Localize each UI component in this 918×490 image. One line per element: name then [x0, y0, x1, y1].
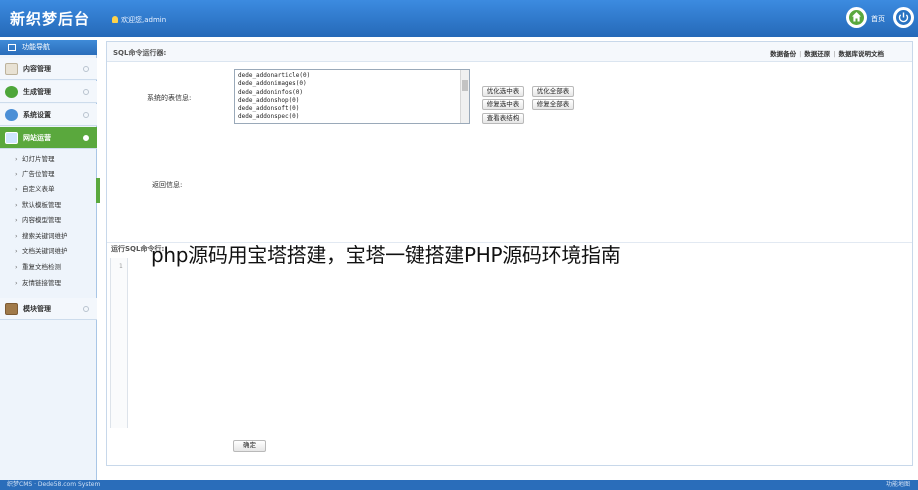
list-item[interactable]: dede_addoninfos(0): [238, 89, 466, 97]
page-title: SQL命令运行器:: [113, 49, 167, 57]
sidebar-subitem-doc-keywords[interactable]: 文档关键词维护: [0, 244, 96, 259]
sidebar-item-modules[interactable]: 模块管理: [0, 298, 97, 320]
welcome-text: 欢迎您,admin: [112, 15, 166, 25]
power-icon: [896, 10, 911, 25]
watermark-caption: php源码用宝塔搭建，宝塔一键搭建PHP源码环境指南: [151, 243, 621, 267]
top-header: 新织梦后台 欢迎您,admin 首页: [0, 0, 918, 37]
home-link[interactable]: 首页: [871, 14, 885, 24]
expand-icon: [83, 89, 89, 95]
list-item[interactable]: dede_addonsoft(0): [238, 105, 466, 113]
link-separator: |: [799, 50, 802, 58]
gear-icon: [5, 109, 18, 121]
tables-label: 系统的表信息:: [147, 94, 192, 102]
list-item[interactable]: dede_addonimages(0): [238, 80, 466, 88]
sidebar-subitem-forms[interactable]: 自定义表单: [0, 182, 96, 197]
sidebar-item-generate[interactable]: 生成管理: [0, 81, 97, 103]
home-icon: [852, 12, 861, 22]
sidebar-item-label: 内容管理: [23, 65, 51, 73]
sidebar-item-label: 网站运营: [23, 134, 51, 142]
sidebar-subitem-slides[interactable]: 幻灯片管理: [0, 152, 96, 167]
sidebar-subitem-templates[interactable]: 默认模板管理: [0, 198, 96, 213]
collapse-icon: [83, 135, 89, 141]
footer-sitemap-link[interactable]: 功能地图: [886, 480, 910, 490]
sidebar-subitem-ads[interactable]: 广告位管理: [0, 167, 96, 182]
sidebar: 功能导航 内容管理 生成管理 系统设置 网站运营 幻灯片管理 广告位管理 自定义…: [0, 40, 97, 480]
sidebar-title-label: 功能导航: [22, 43, 50, 51]
user-icon: [112, 16, 118, 23]
header-links: 数据备份 | 数据还原 | 数据库说明文档: [770, 48, 884, 58]
notepad-icon: [5, 63, 18, 75]
repair-all-button[interactable]: 修复全部表: [532, 99, 574, 110]
home-button[interactable]: [846, 7, 867, 28]
link-separator: |: [833, 50, 836, 58]
link-backup[interactable]: 数据备份: [770, 50, 796, 58]
view-structure-button[interactable]: 查看表结构: [482, 113, 524, 124]
table-listbox[interactable]: dede_addonarticle(0) dede_addonimages(0)…: [234, 69, 470, 124]
expand-icon: [83, 306, 89, 312]
sidebar-subitem-links[interactable]: 友情链接管理: [0, 276, 96, 291]
grid-icon: [8, 44, 16, 51]
list-item[interactable]: dede_addonspec(0): [238, 113, 466, 121]
welcome-label: 欢迎您,admin: [121, 16, 167, 24]
repair-selected-button[interactable]: 修复选中表: [482, 99, 524, 110]
sidebar-item-operations[interactable]: 网站运营: [0, 127, 97, 149]
optimize-selected-button[interactable]: 优化选中表: [482, 86, 524, 97]
app-logo: 新织梦后台: [10, 10, 91, 28]
link-db-docs[interactable]: 数据库说明文档: [839, 50, 885, 58]
sidebar-subitem-models[interactable]: 内容模型管理: [0, 213, 96, 228]
result-label: 返回信息:: [152, 181, 183, 189]
sidebar-toggle-handle[interactable]: [96, 178, 100, 203]
sidebar-item-label: 系统设置: [23, 111, 51, 119]
book-icon: [5, 303, 18, 315]
sidebar-title: 功能导航: [0, 40, 97, 55]
expand-icon: [83, 112, 89, 118]
status-bar: 织梦CMS · Dede58.com System 功能地图: [0, 480, 918, 490]
expand-icon: [83, 66, 89, 72]
link-restore[interactable]: 数据还原: [804, 50, 830, 58]
line-number: 1: [119, 263, 123, 270]
panel-header: SQL命令运行器: 数据备份 | 数据还原 | 数据库说明文档: [107, 42, 912, 62]
logout-button[interactable]: [893, 7, 914, 28]
optimize-all-button[interactable]: 优化全部表: [532, 86, 574, 97]
sidebar-item-label: 生成管理: [23, 88, 51, 96]
sidebar-subitem-search-keywords[interactable]: 搜索关键词维护: [0, 229, 96, 244]
sidebar-item-content[interactable]: 内容管理: [0, 58, 97, 80]
listbox-scrollbar[interactable]: [460, 70, 469, 123]
tree-icon: [5, 86, 18, 98]
sidebar-item-label: 模块管理: [23, 305, 51, 313]
sql-editor-gutter[interactable]: [110, 258, 128, 428]
footer-copyright: 织梦CMS · Dede58.com System: [7, 481, 101, 488]
sidebar-subitem-duplicates[interactable]: 重复文档检测: [0, 260, 96, 275]
ok-button[interactable]: 确定: [233, 440, 266, 452]
sidebar-item-settings[interactable]: 系统设置: [0, 104, 97, 126]
scrollbar-thumb[interactable]: [462, 80, 468, 91]
list-item[interactable]: dede_addonarticle(0): [238, 72, 466, 80]
monitor-icon: [5, 132, 18, 144]
list-item[interactable]: dede_addonshop(0): [238, 97, 466, 105]
